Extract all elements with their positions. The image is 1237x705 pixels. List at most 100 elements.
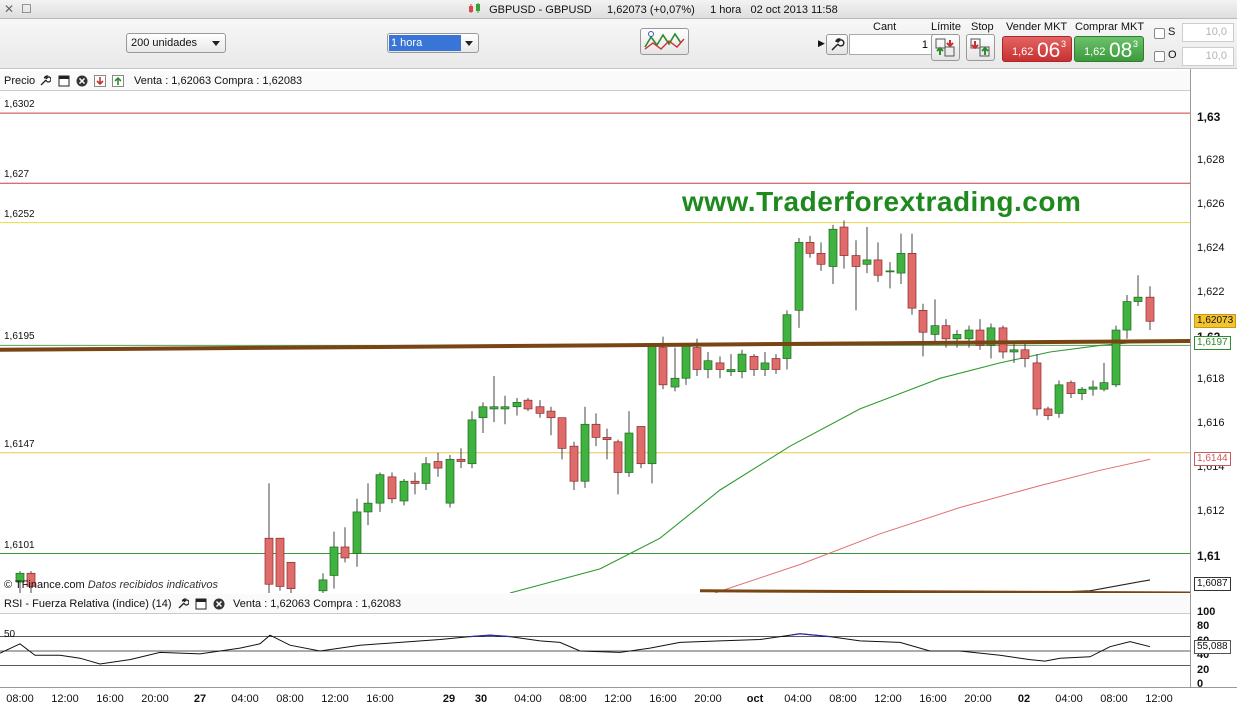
candlestick-icon xyxy=(469,3,480,13)
chart-tools-button[interactable] xyxy=(640,28,689,55)
time-label: 08:00 xyxy=(6,693,34,705)
candle-up xyxy=(885,270,895,273)
level-label: 1,6252 xyxy=(4,208,35,220)
candle-up xyxy=(952,334,962,340)
sell-price-sup: 3 xyxy=(1061,39,1067,49)
o-value-field[interactable]: 10,0 xyxy=(1182,47,1234,66)
candle-up xyxy=(352,511,362,554)
sell-mkt-button[interactable]: 1,62 06 3 xyxy=(1002,36,1072,62)
candle-down xyxy=(692,347,702,370)
wrench-icon[interactable] xyxy=(177,598,189,610)
o-checkbox[interactable] xyxy=(1154,51,1165,62)
close-icon[interactable] xyxy=(76,75,88,87)
stop-order-icon xyxy=(970,38,990,57)
s-checkbox[interactable] xyxy=(1154,28,1165,39)
time-label: 16:00 xyxy=(919,693,947,705)
toolbar: 200 unidades 1 hora ▶ Cant ▲▼ Límite xyxy=(0,19,1237,69)
s-value-field[interactable]: 10,0 xyxy=(1182,23,1234,42)
expand-arrow-icon[interactable]: ▶ xyxy=(818,38,825,49)
chevron-down-icon xyxy=(212,41,220,46)
candle-down xyxy=(658,347,668,386)
close-icon[interactable] xyxy=(213,598,225,610)
time-label: 20:00 xyxy=(964,693,992,705)
rsi-chart[interactable] xyxy=(0,615,1190,687)
candle-up xyxy=(862,259,872,265)
candle-down xyxy=(591,423,601,438)
candle-down xyxy=(340,546,350,559)
candle-down xyxy=(998,327,1008,353)
cant-input[interactable] xyxy=(870,37,928,52)
ma-green-line xyxy=(509,340,1151,593)
buy-price-big: 08 xyxy=(1109,39,1133,62)
price-tag: 1,6144 xyxy=(1194,452,1231,467)
move-down-icon[interactable] xyxy=(94,75,106,87)
rsi-axis-label: 20 xyxy=(1197,663,1210,676)
wrench-icon[interactable] xyxy=(39,75,51,87)
candle-down xyxy=(456,458,466,462)
time-label: 16:00 xyxy=(96,693,124,705)
close-window-icon[interactable]: ✕ xyxy=(4,3,14,15)
sell-label: Vender MKT xyxy=(1006,21,1068,33)
candle-up xyxy=(399,480,409,502)
sell-price-small: 1,62 xyxy=(1012,46,1034,58)
price-tag: 1,6197 xyxy=(1194,336,1231,351)
candle-down xyxy=(1145,296,1155,322)
candle-down xyxy=(715,362,725,370)
time-label: 16:00 xyxy=(366,693,394,705)
maximize-window-icon[interactable]: ☐ xyxy=(21,3,32,15)
stop-order-button[interactable] xyxy=(966,34,995,61)
time-label: 16:00 xyxy=(649,693,677,705)
watermark: www.Traderforextrading.com xyxy=(682,186,1082,217)
candle-up xyxy=(318,579,328,592)
axis-label: 1,626 xyxy=(1197,198,1225,211)
candle-up xyxy=(467,419,477,465)
timeframe-select[interactable]: 1 hora xyxy=(387,33,479,53)
time-label: 12:00 xyxy=(321,693,349,705)
title-time: 02 oct 2013 11:58 xyxy=(750,4,838,16)
time-label: 20:00 xyxy=(141,693,169,705)
price-panel-quote: Venta : 1,62063 Compra : 1,62083 xyxy=(134,75,303,87)
time-label: 29 xyxy=(442,693,456,705)
quantity-select-value: 200 unidades xyxy=(131,37,198,49)
candle-down xyxy=(433,461,443,469)
candle-up xyxy=(375,474,385,504)
time-label: 12:00 xyxy=(1145,693,1173,705)
candle-up xyxy=(782,314,792,359)
window-icon[interactable] xyxy=(195,598,207,610)
trendline-bottom xyxy=(699,589,1190,593)
time-label: 08:00 xyxy=(829,693,857,705)
axis-label: 1,618 xyxy=(1197,373,1225,386)
window-icon[interactable] xyxy=(58,75,70,87)
buy-label: Comprar MKT xyxy=(1075,21,1145,33)
candle-up xyxy=(703,360,713,370)
buy-price-small: 1,62 xyxy=(1084,46,1106,58)
time-label: 08:00 xyxy=(559,693,587,705)
price-tag: 1,6087 xyxy=(1194,577,1231,592)
candle-up xyxy=(1054,384,1064,414)
candle-up xyxy=(681,345,691,379)
sell-price-big: 06 xyxy=(1037,39,1061,62)
time-label: 12:00 xyxy=(874,693,902,705)
wrench-icon[interactable] xyxy=(826,34,848,55)
move-up-icon[interactable] xyxy=(112,75,124,87)
quantity-select[interactable]: 200 unidades xyxy=(126,33,226,53)
candle-up xyxy=(1133,296,1143,302)
time-label: 27 xyxy=(193,693,207,705)
price-chart[interactable] xyxy=(0,89,1190,593)
candle-up xyxy=(794,242,804,311)
time-label: 02 xyxy=(1017,693,1031,705)
axis-label: 1,612 xyxy=(1197,504,1225,517)
candle-down xyxy=(569,445,579,482)
cant-label: Cant xyxy=(873,21,897,33)
level-label: 1,6195 xyxy=(4,331,35,343)
title-bar: ✕ ☐ GBPUSD - GBPUSD 1,62073 (+0,07%) 1 h… xyxy=(0,0,1237,19)
buy-mkt-button[interactable]: 1,62 08 3 xyxy=(1074,36,1144,62)
candle-up xyxy=(478,406,488,419)
rsi-overbought-segment xyxy=(789,633,801,636)
limit-order-button[interactable] xyxy=(931,34,960,61)
time-label: 04:00 xyxy=(784,693,812,705)
candle-down xyxy=(749,355,759,370)
axis-label: 1,624 xyxy=(1197,241,1225,254)
candle-up xyxy=(647,345,657,465)
price-panel-header: Precio Venta : 1,62063 Compra : 1,62083 xyxy=(0,71,1190,91)
